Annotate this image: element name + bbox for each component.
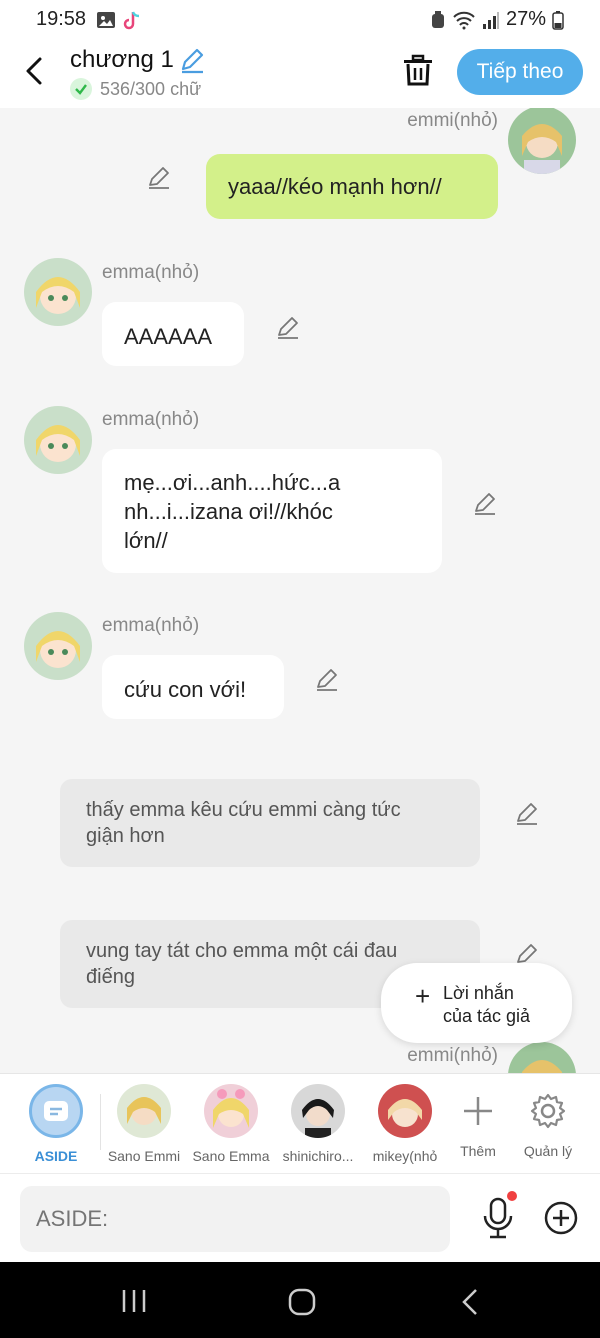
character-sano-emma[interactable]: Sano Emma: [188, 1084, 274, 1164]
speaker-name: emma(nhỏ): [102, 409, 200, 430]
chat-area[interactable]: emmi(nhỏ) yaaa//kéo mạnh hơn// emma(nhỏ)…: [0, 108, 600, 1073]
message-text-line: nh...i...izana ơi!//khóc: [124, 499, 333, 524]
check-icon: [70, 78, 92, 100]
message-bubble[interactable]: mẹ...ơi...anh....hức...a nh...i...izana …: [102, 449, 442, 573]
signal-icon: [482, 11, 499, 29]
speaker-name: emmi(nhỏ): [407, 1045, 498, 1066]
input-bar: [0, 1173, 600, 1262]
character-label: Sano Emmi: [107, 1148, 181, 1164]
message-bubble[interactable]: AAAAAA: [102, 302, 244, 366]
avatar-emma[interactable]: [24, 406, 92, 474]
battery-icon: [552, 10, 564, 30]
avatar-emma[interactable]: [24, 258, 92, 326]
message-text-line: lớn//: [124, 528, 168, 553]
notification-dot: [507, 1191, 517, 1201]
battery-percent: 27%: [505, 8, 546, 30]
edit-message-icon[interactable]: [314, 666, 340, 692]
plus-icon: +: [415, 981, 431, 1011]
avatar-sano-emmi: [117, 1084, 171, 1138]
status-right: 27%: [430, 8, 564, 31]
message-text: cứu con với!: [124, 677, 247, 702]
word-count: 536/300 chữ: [100, 78, 202, 99]
narration-line: vung tay tát cho emma một cái đau: [86, 940, 398, 962]
next-button[interactable]: Tiếp theo: [457, 49, 583, 95]
manage-button[interactable]: Quản lý: [505, 1084, 591, 1159]
edit-message-icon[interactable]: [472, 490, 498, 516]
author-note-button[interactable]: + Lời nhắn của tác giả: [381, 963, 572, 1043]
message-input[interactable]: [20, 1186, 450, 1252]
avatar-mikey: [378, 1084, 432, 1138]
microphone-icon[interactable]: [478, 1196, 518, 1240]
character-label: shinichiro...: [282, 1148, 354, 1164]
status-time: 19:58: [36, 8, 87, 30]
narration-line: thấy emma kêu cứu emmi càng tức: [86, 799, 401, 821]
tiktok-icon: [123, 11, 140, 30]
word-count-row: 536/300 chữ: [70, 78, 201, 100]
back-nav-icon[interactable]: [460, 1288, 480, 1316]
character-sano-emmi[interactable]: Sano Emmi: [101, 1084, 187, 1164]
wifi-icon: [453, 11, 475, 29]
trash-icon[interactable]: [400, 52, 436, 88]
recent-apps-icon[interactable]: [120, 1288, 148, 1314]
home-icon[interactable]: [288, 1288, 316, 1316]
character-label: Quản lý: [523, 1143, 573, 1159]
aside-icon: [29, 1084, 83, 1138]
character-label: Sano Emma: [192, 1148, 270, 1164]
narration-line: giận hơn: [86, 825, 165, 847]
back-arrow-icon[interactable]: [20, 54, 50, 88]
notification-icons: [96, 10, 142, 32]
edit-title-icon[interactable]: [178, 46, 206, 74]
status-bar: 19:58 27%: [0, 0, 600, 40]
speaker-name: emmi(nhỏ): [407, 110, 498, 131]
gallery-icon: [97, 12, 115, 28]
message-bubble[interactable]: yaaa//kéo mạnh hơn//: [206, 154, 498, 219]
edit-message-icon[interactable]: [275, 314, 301, 340]
author-note-label: của tác giả: [443, 1006, 531, 1026]
chapter-header: chương 1 536/300 chữ Tiếp theo: [0, 40, 600, 108]
avatar-sano-emma: [204, 1084, 258, 1138]
character-aside[interactable]: ASIDE: [13, 1084, 99, 1164]
message-bubble[interactable]: cứu con với!: [102, 655, 284, 719]
speaker-name: emma(nhỏ): [102, 262, 200, 283]
add-circle-icon[interactable]: [543, 1200, 579, 1236]
edit-message-icon[interactable]: [146, 164, 172, 190]
avatar-shinichiro: [291, 1084, 345, 1138]
narration-block[interactable]: thấy emma kêu cứu emmi càng tức giận hơn: [60, 779, 480, 867]
speaker-name: emma(nhỏ): [102, 615, 200, 636]
edit-message-icon[interactable]: [514, 800, 540, 826]
plus-icon: [464, 1097, 492, 1125]
message-text-line: mẹ...ơi...anh....hức...a: [124, 470, 341, 495]
avatar-emmi[interactable]: [508, 1042, 576, 1073]
gear-icon: [530, 1093, 566, 1129]
message-text: AAAAAA: [124, 324, 213, 349]
author-note-label: Lời nhắn: [443, 983, 514, 1003]
character-bar: ASIDE Sano Emmi Sano Emma shinichiro... …: [0, 1073, 600, 1173]
message-text: yaaa//kéo mạnh hơn//: [228, 174, 442, 199]
character-shinichiro[interactable]: shinichiro...: [275, 1084, 361, 1164]
character-label: ASIDE: [34, 1148, 78, 1164]
chapter-title: chương 1: [70, 46, 174, 73]
avatar-emma[interactable]: [24, 612, 92, 680]
avatar-emmi[interactable]: [508, 108, 576, 174]
system-nav-bar: [0, 1262, 600, 1338]
alarm-icon: [431, 10, 444, 28]
